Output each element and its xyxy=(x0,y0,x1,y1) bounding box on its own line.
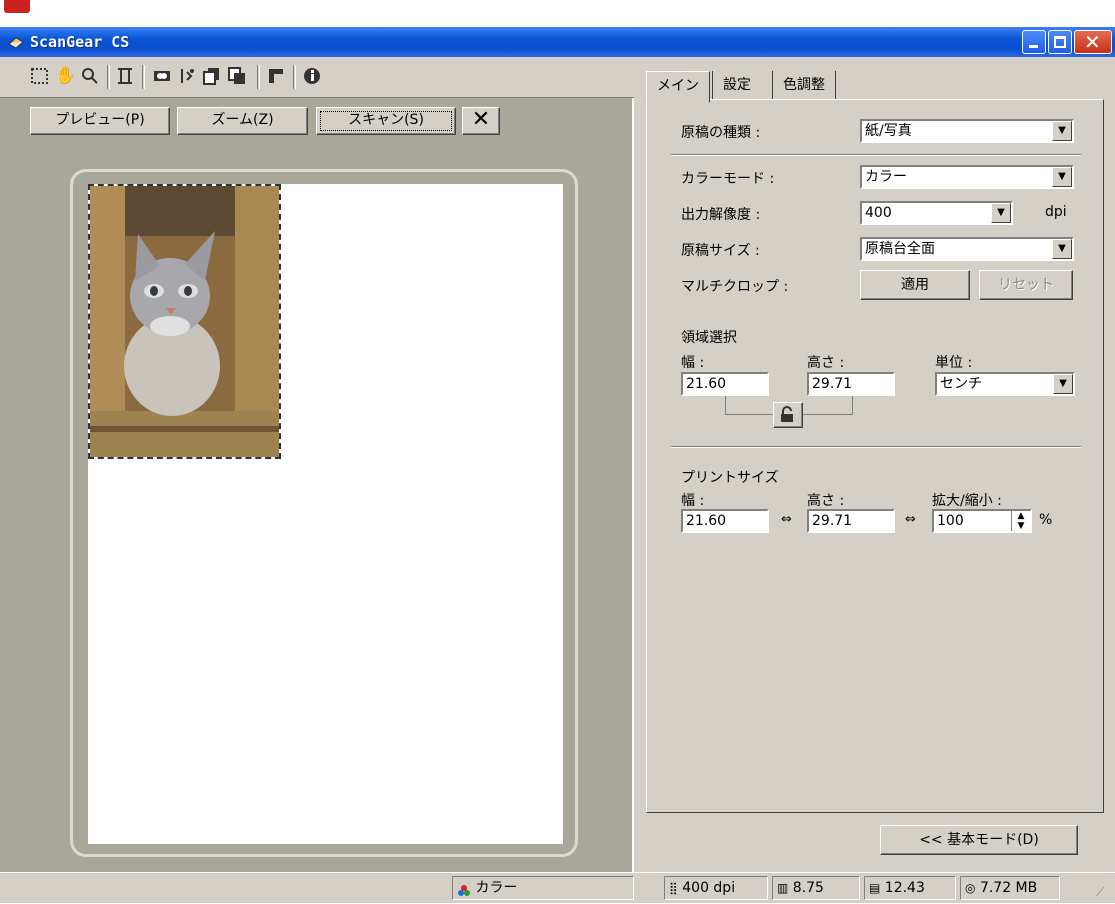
print-height-input[interactable]: 29.71 xyxy=(807,509,895,533)
print-width-input[interactable]: 21.60 xyxy=(681,509,769,533)
resolution-select[interactable]: 400 ▼ xyxy=(860,201,1013,225)
unit-select[interactable]: センチ ▼ xyxy=(935,372,1075,396)
dropdown-arrow-icon: ▼ xyxy=(1053,374,1073,394)
document-size-select[interactable]: 原稿台全面 ▼ xyxy=(860,237,1074,261)
width-input[interactable]: 21.60 xyxy=(681,372,769,396)
window-title: ScanGear CS xyxy=(30,33,130,51)
scale-input[interactable]: 100 ▲ ▼ xyxy=(932,509,1032,533)
color-mode-label: カラーモード : xyxy=(681,171,775,187)
reset-button[interactable]: リセット xyxy=(979,270,1073,300)
lock-icon xyxy=(781,406,793,422)
auto-crop-icon[interactable] xyxy=(115,66,135,86)
header-cutoff xyxy=(0,0,1115,27)
tab-settings[interactable]: 設定 xyxy=(712,71,761,99)
status-file-size: ◎ 7.72 MB xyxy=(960,876,1060,900)
width-label: 幅 : xyxy=(681,355,705,371)
disk-icon: ◎ xyxy=(965,881,976,895)
height-input[interactable]: 29.71 xyxy=(807,372,895,396)
preview-pane: ✋ プレビュー(P) ズーム(Z) スキャン(S) ✕ xyxy=(0,57,634,872)
main-tab-panel: 原稿の種類 : 紙/写真 ▼ カラーモード : カラー ▼ 出力解像度 : 40… xyxy=(646,99,1104,813)
height-label: 高さ : xyxy=(807,355,845,371)
select-frame-icon[interactable] xyxy=(30,66,50,86)
close-icon: ✕ xyxy=(1084,30,1101,54)
close-button[interactable]: ✕ xyxy=(1074,30,1112,54)
warning-icon xyxy=(4,0,30,13)
dropdown-arrow-icon: ▼ xyxy=(1052,121,1072,141)
scan-button[interactable]: スキャン(S) xyxy=(316,107,456,135)
title-bar: ScanGear CS ✕ xyxy=(0,27,1115,57)
width-icon: ▥ xyxy=(777,881,789,895)
zoom-icon[interactable] xyxy=(80,66,100,86)
scangear-window: ScanGear CS ✕ ✋ プレビュー(P) ズーム(Z) スキャン(S) … xyxy=(0,27,1115,903)
document-size-label: 原稿サイズ : xyxy=(681,243,760,259)
crop-selection[interactable] xyxy=(88,184,281,459)
rotate-icon[interactable] xyxy=(152,66,172,86)
spinner-icon[interactable]: ▲ ▼ xyxy=(1011,511,1030,531)
status-color-mode: カラー xyxy=(452,876,634,900)
source-type-label: 原稿の種類 : xyxy=(681,125,761,141)
cancel-button[interactable]: ✕ xyxy=(462,107,500,135)
frame-icon[interactable] xyxy=(266,66,286,86)
height-icon: ▤ xyxy=(869,881,881,895)
copy-icon[interactable] xyxy=(202,66,222,86)
source-type-select[interactable]: 紙/写真 ▼ xyxy=(860,119,1074,143)
resize-grip-icon[interactable]: ⟋ xyxy=(1096,885,1104,900)
zoom-button[interactable]: ズーム(Z) xyxy=(177,107,308,135)
basic-mode-button[interactable]: << 基本モード(D) xyxy=(880,825,1078,855)
preview-button[interactable]: プレビュー(P) xyxy=(30,107,170,135)
status-width: ▥ 8.75 xyxy=(772,876,860,900)
tab-main[interactable]: メイン xyxy=(646,71,710,103)
action-bar: プレビュー(P) ズーム(Z) スキャン(S) ✕ xyxy=(0,98,634,142)
preview-canvas[interactable] xyxy=(88,184,563,844)
color-mode-icon xyxy=(457,882,471,896)
print-width-label: 幅 : xyxy=(681,493,705,509)
flip-icon[interactable] xyxy=(177,66,197,86)
tab-color-adjust[interactable]: 色調整 xyxy=(772,71,836,99)
cat-photo xyxy=(90,186,279,457)
print-size-title: プリントサイズ xyxy=(681,470,779,486)
dpi-unit: dpi xyxy=(1045,204,1067,220)
dropdown-arrow-icon: ▼ xyxy=(991,203,1011,223)
status-bar: カラー ⣿ 400 dpi ▥ 8.75 ▤ 12.43 ◎ 7.72 MB ⟋ xyxy=(0,872,1115,903)
dropdown-arrow-icon: ▼ xyxy=(1052,167,1072,187)
dots-icon: ⣿ xyxy=(669,881,678,895)
percent-sign: % xyxy=(1039,512,1053,528)
tool-bar: ✋ xyxy=(0,57,634,98)
aspect-lock-button[interactable] xyxy=(773,402,803,428)
link-icon-2: ⇔ xyxy=(905,512,916,527)
scale-label: 拡大/縮小 : xyxy=(932,493,1002,509)
color-mode-select[interactable]: カラー ▼ xyxy=(860,165,1074,189)
minimize-button[interactable] xyxy=(1022,30,1046,54)
maximize-button[interactable] xyxy=(1048,30,1072,54)
status-height: ▤ 12.43 xyxy=(864,876,956,900)
dropdown-arrow-icon: ▼ xyxy=(1052,239,1072,259)
resolution-label: 出力解像度 : xyxy=(681,207,761,223)
settings-pane: メイン 設定 色調整 原稿の種類 : 紙/写真 ▼ カラーモード : カラー ▼… xyxy=(636,57,1115,872)
print-height-label: 高さ : xyxy=(807,493,845,509)
hand-icon[interactable]: ✋ xyxy=(55,66,76,86)
apply-button[interactable]: 適用 xyxy=(860,270,970,300)
unit-label: 単位 : xyxy=(935,355,973,371)
info-icon[interactable] xyxy=(302,66,322,86)
multicrop-label: マルチクロップ : xyxy=(681,279,789,295)
paste-icon[interactable] xyxy=(227,66,247,86)
status-resolution: ⣿ 400 dpi xyxy=(664,876,768,900)
scanner-app-icon xyxy=(8,37,24,49)
area-selection-title: 領域選択 xyxy=(681,330,737,346)
link-icon: ⇔ xyxy=(781,512,792,527)
